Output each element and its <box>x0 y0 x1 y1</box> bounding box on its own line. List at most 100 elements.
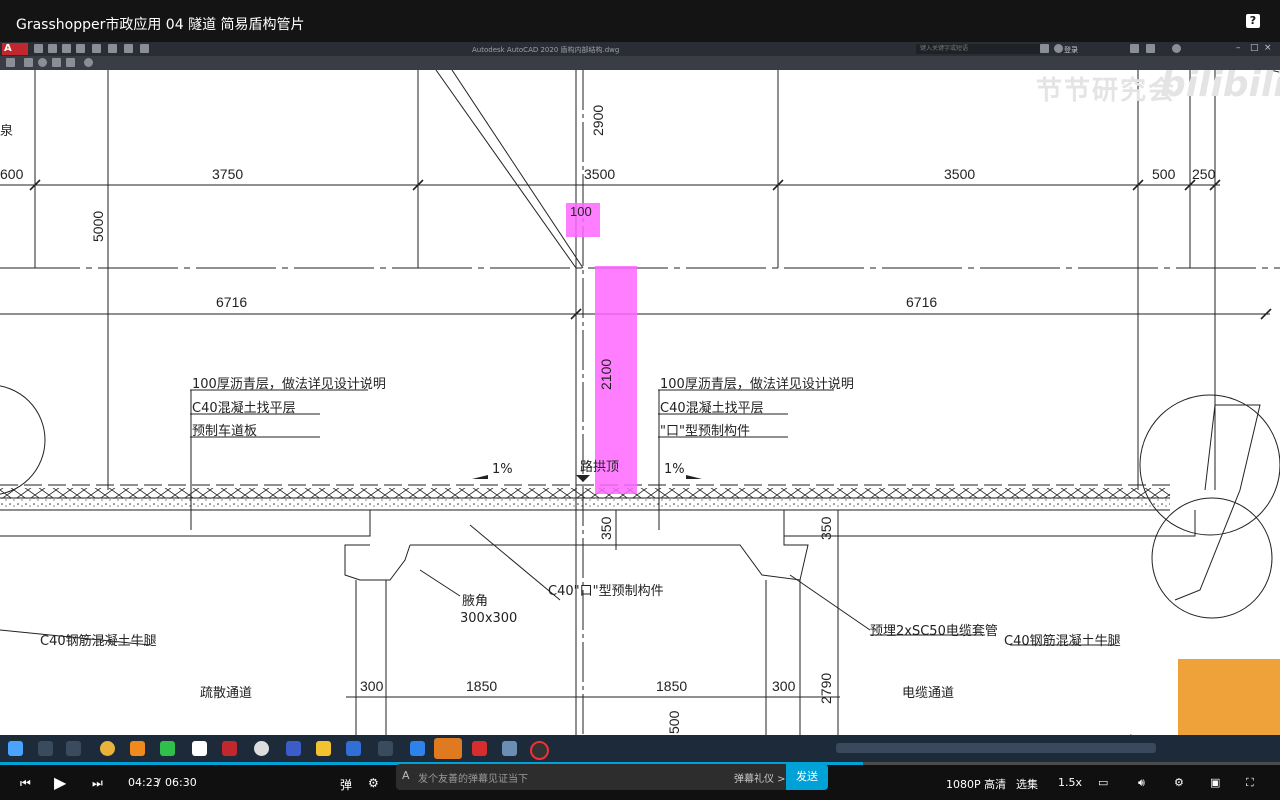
uploader-avatar[interactable] <box>1178 659 1280 735</box>
right-note-3: "口"型预制构件 <box>660 424 750 439</box>
corbel-left-label: C40钢筋混凝土牛腿 <box>40 634 157 649</box>
minimize-icon[interactable]: – <box>1236 43 1241 53</box>
save-icon[interactable] <box>62 44 71 53</box>
dim-v-2900: 2900 <box>590 104 606 136</box>
danmaku-etiquette-link[interactable]: 弹幕礼仪 > <box>734 770 786 785</box>
previous-icon[interactable]: ⏮ <box>20 776 31 791</box>
player-controls: ⏮ ▶ ⏭ 04:23 / 06:30 弹 ⚙ A 发个友善的弹幕见证当下 弹幕… <box>0 764 1280 800</box>
search-app-icon[interactable] <box>130 741 145 756</box>
current-time: 04:23 <box>128 776 160 789</box>
dim-v-500: 500 <box>666 710 682 734</box>
left-note-3: 预制车道板 <box>192 424 258 439</box>
print-icon[interactable] <box>92 44 101 53</box>
app-icon-6[interactable] <box>502 741 517 756</box>
close-preview-icon[interactable] <box>84 58 93 67</box>
duration: 06:30 <box>165 776 197 789</box>
danmaku-input[interactable]: 发个友善的弹幕见证当下 <box>418 770 528 785</box>
help-icon[interactable]: ? <box>1246 14 1260 28</box>
danmaku-style-icon[interactable]: A <box>402 769 410 782</box>
dim-top-3: 3500 <box>584 166 616 182</box>
cart-icon[interactable] <box>1130 44 1139 53</box>
app-icon-5[interactable] <box>410 741 425 756</box>
system-tray[interactable] <box>836 743 1156 753</box>
edge-label: 泉 <box>0 124 14 139</box>
open-file-icon[interactable] <box>48 44 57 53</box>
slope-right: 1% <box>664 462 685 477</box>
undo-icon[interactable] <box>124 44 133 53</box>
dim-v-350-right: 350 <box>818 516 834 540</box>
dim-v-2100: 2100 <box>598 358 614 390</box>
dim-bottom-2: 1850 <box>466 678 498 694</box>
crown-label: 路拱顶 <box>580 460 620 475</box>
windows-taskbar <box>0 735 1280 762</box>
pan-hand-icon[interactable] <box>24 58 33 67</box>
settings-icon[interactable] <box>378 741 393 756</box>
fullscreen-icon[interactable]: ⛶ <box>1246 776 1254 790</box>
cable-channel-label: 电缆通道 <box>902 686 955 701</box>
task-view-icon[interactable] <box>66 741 81 756</box>
windows-start-icon[interactable] <box>8 741 23 756</box>
send-button[interactable]: 发送 <box>786 764 828 790</box>
dim-v-350-left: 350 <box>598 516 614 540</box>
app-icon-4[interactable] <box>346 741 361 756</box>
wechat-icon[interactable] <box>160 741 175 756</box>
acad-window-title: Autodesk AutoCAD 2020 盾构内部结构.dwg <box>472 46 620 54</box>
next-icon[interactable]: ⏭ <box>92 776 103 791</box>
wps-icon[interactable] <box>472 741 487 756</box>
app-icon[interactable] <box>192 741 207 756</box>
close-icon[interactable]: × <box>1264 43 1272 53</box>
zoom-icon[interactable] <box>38 58 47 67</box>
save-as-icon[interactable] <box>76 44 85 53</box>
dim-bottom-4: 300 <box>772 678 796 694</box>
play-icon[interactable]: ▶ <box>54 773 66 792</box>
quality-button[interactable]: 1080P 高清 <box>946 776 1006 792</box>
dim-top-2: 3750 <box>212 166 244 182</box>
left-note-2: C40混凝土找平层 <box>192 401 296 416</box>
maximize-icon[interactable]: □ <box>1250 43 1259 53</box>
autocad-icon[interactable] <box>222 741 237 756</box>
right-note-2: C40混凝土找平层 <box>660 401 764 416</box>
time-separator: / <box>157 776 161 789</box>
cad-drawing-canvas[interactable]: 节节研究会 bilibili 600 3750 3500 3500 500 25… <box>0 70 1280 735</box>
dim-mid-left: 6716 <box>216 294 248 310</box>
redo-icon[interactable] <box>140 44 149 53</box>
acad-titlebar: A Autodesk AutoCAD 2020 盾构内部结构.dwg 键入关键字… <box>0 42 1280 56</box>
danmaku-box: A 发个友善的弹幕见证当下 弹幕礼仪 > 发送 <box>396 764 828 790</box>
episodes-button[interactable]: 选集 <box>1016 776 1038 792</box>
danmaku-settings-icon[interactable]: ⚙ <box>368 776 379 790</box>
share-icon[interactable] <box>1146 44 1155 53</box>
speed-button[interactable]: 1.5x <box>1058 776 1082 789</box>
user-icon[interactable] <box>1054 44 1063 53</box>
plot-icon[interactable] <box>108 44 117 53</box>
app-icon-2[interactable] <box>254 741 269 756</box>
record-icon[interactable] <box>530 741 549 760</box>
danmaku-toggle-icon[interactable]: 弹 <box>340 776 352 793</box>
file-explorer-icon[interactable] <box>316 741 331 756</box>
login-link[interactable]: 登录 <box>1064 45 1078 55</box>
print-icon[interactable] <box>6 58 15 67</box>
dim-mid-right: 6716 <box>906 294 938 310</box>
dim-top-5: 500 <box>1152 166 1176 182</box>
haunch-label: 腋角 <box>462 594 489 609</box>
chrome-icon[interactable] <box>100 741 115 756</box>
dim-100: 100 <box>570 204 592 219</box>
autocad-logo-icon[interactable]: A <box>2 43 28 55</box>
acad-search-input[interactable]: 键入关键字或短语 <box>916 44 1040 54</box>
zoom-window-icon[interactable] <box>52 58 61 67</box>
video-title-bar: Grasshopper市政应用 04 隧道 简易盾构管片 ? <box>0 0 1280 42</box>
search-icon[interactable] <box>38 741 53 756</box>
acad-toolbar <box>0 56 1280 70</box>
active-app-icon[interactable] <box>434 738 462 759</box>
settings-gear-icon[interactable]: ⚙ <box>1174 776 1184 789</box>
dim-bottom-3: 1850 <box>656 678 688 694</box>
subtitle-icon[interactable]: ▭ <box>1098 776 1108 789</box>
binoculars-icon[interactable] <box>1040 44 1049 53</box>
help-circle-icon[interactable] <box>1172 44 1181 53</box>
app-icon-3[interactable] <box>286 741 301 756</box>
volume-icon[interactable]: 🔊︎ <box>1138 776 1145 790</box>
video-title: Grasshopper市政应用 04 隧道 简易盾构管片 <box>16 17 305 33</box>
new-file-icon[interactable] <box>34 44 43 53</box>
zoom-extents-icon[interactable] <box>66 58 75 67</box>
cable-conduit-label: 预埋2xSC50电缆套管 <box>870 624 998 639</box>
picture-in-picture-icon[interactable]: ▣ <box>1210 776 1220 789</box>
